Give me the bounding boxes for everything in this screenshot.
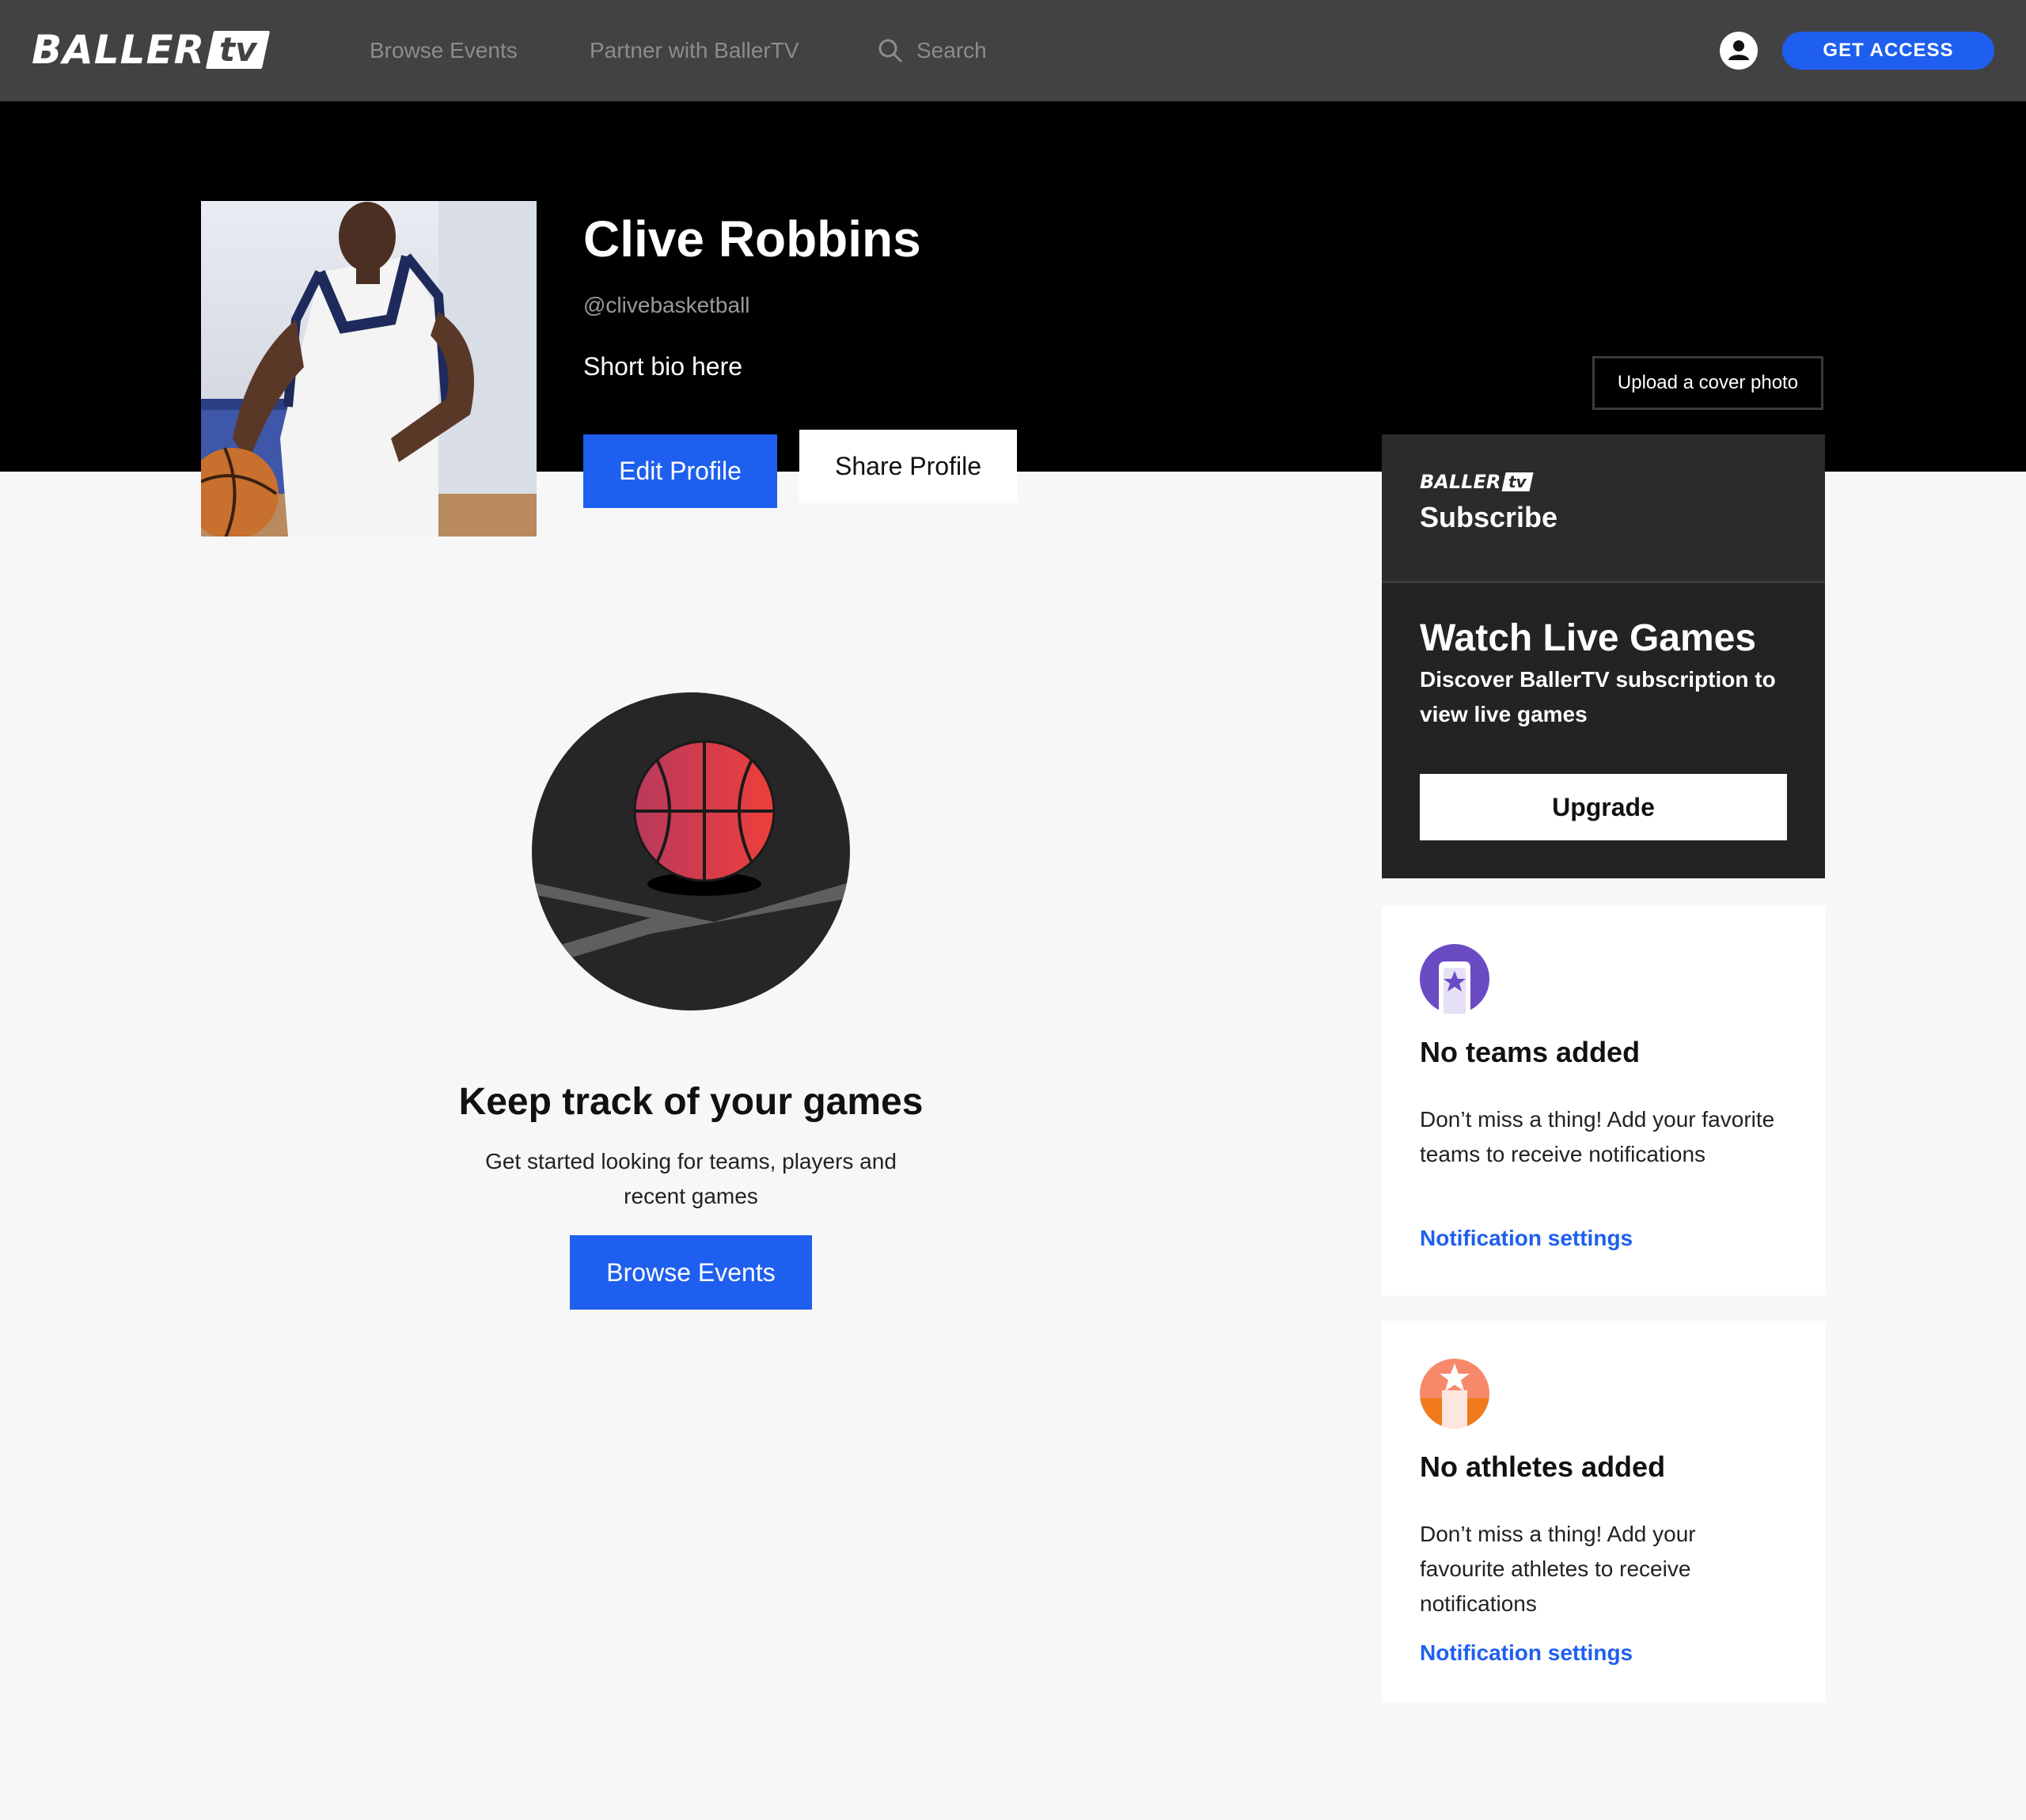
subscribe-title: Subscribe	[1420, 501, 1558, 533]
subscribe-description: Discover BallerTV subscription to view l…	[1420, 667, 1776, 726]
edit-profile-button[interactable]: Edit Profile	[583, 434, 777, 508]
subscribe-logo: BALLER tv	[1420, 471, 1534, 493]
search-label: Search	[916, 38, 987, 63]
logo-tv-text: tv	[219, 30, 257, 69]
search-icon	[878, 39, 902, 63]
no-athletes-title: No athletes added	[1420, 1450, 1666, 1483]
profile-name: Clive Robbins	[583, 210, 921, 267]
profile-handle: @clivebasketball	[583, 293, 750, 317]
empty-state-title: Keep track of your games	[458, 1081, 924, 1123]
no-teams-card: No teams added Don’t miss a thing! Add y…	[1382, 906, 1825, 1295]
teams-notification-settings-link[interactable]: Notification settings	[1420, 1223, 1633, 1254]
athletes-notification-settings-link[interactable]: Notification settings	[1420, 1637, 1633, 1669]
upload-cover-photo-button[interactable]: Upload a cover photo	[1592, 356, 1823, 410]
nav-partner-link[interactable]: Partner with BallerTV	[590, 35, 799, 66]
athlete-star-icon	[1420, 1359, 1489, 1428]
watch-live-heading: Watch Live Games	[1420, 617, 1757, 659]
empty-state-description: Get started looking for teams, players a…	[485, 1149, 897, 1208]
logo-word: BALLER	[32, 27, 206, 73]
ballertv-logo[interactable]: BALLER tv	[32, 27, 271, 73]
get-access-button[interactable]: GET ACCESS	[1782, 32, 1994, 70]
user-account-icon[interactable]	[1720, 32, 1758, 70]
subscribe-logo-tv-text: tv	[1508, 472, 1527, 491]
browse-events-button[interactable]: Browse Events	[570, 1235, 812, 1310]
nav-search[interactable]: Search	[877, 35, 987, 66]
upgrade-button[interactable]: Upgrade	[1420, 774, 1787, 840]
share-profile-button[interactable]: Share Profile	[799, 430, 1017, 503]
subscribe-card-header: BALLER tv Subscribe	[1382, 434, 1825, 583]
team-badge-icon	[1420, 944, 1489, 1014]
no-teams-text: Don’t miss a thing! Add your favorite te…	[1420, 1107, 1775, 1166]
no-teams-title: No teams added	[1420, 1036, 1641, 1068]
profile-bio: Short bio here	[583, 352, 743, 381]
profile-photo-image	[201, 201, 537, 537]
subscribe-card: BALLER tv Subscribe Watch Live Games Dis…	[1382, 434, 1825, 878]
top-navbar: BALLER tv Browse Events Partner with Bal…	[0, 0, 2026, 101]
basketball-court-illustration	[532, 692, 850, 1010]
subscribe-logo-tv-badge: tv	[1501, 472, 1534, 491]
no-athletes-text: Don’t miss a thing! Add your favourite a…	[1420, 1522, 1696, 1616]
logo-tv-badge: tv	[206, 30, 271, 69]
no-athletes-card: No athletes added Don’t miss a thing! Ad…	[1382, 1321, 1825, 1702]
profile-photo[interactable]	[201, 201, 537, 537]
nav-browse-events[interactable]: Browse Events	[370, 35, 518, 66]
subscribe-logo-word: BALLER	[1420, 471, 1501, 493]
